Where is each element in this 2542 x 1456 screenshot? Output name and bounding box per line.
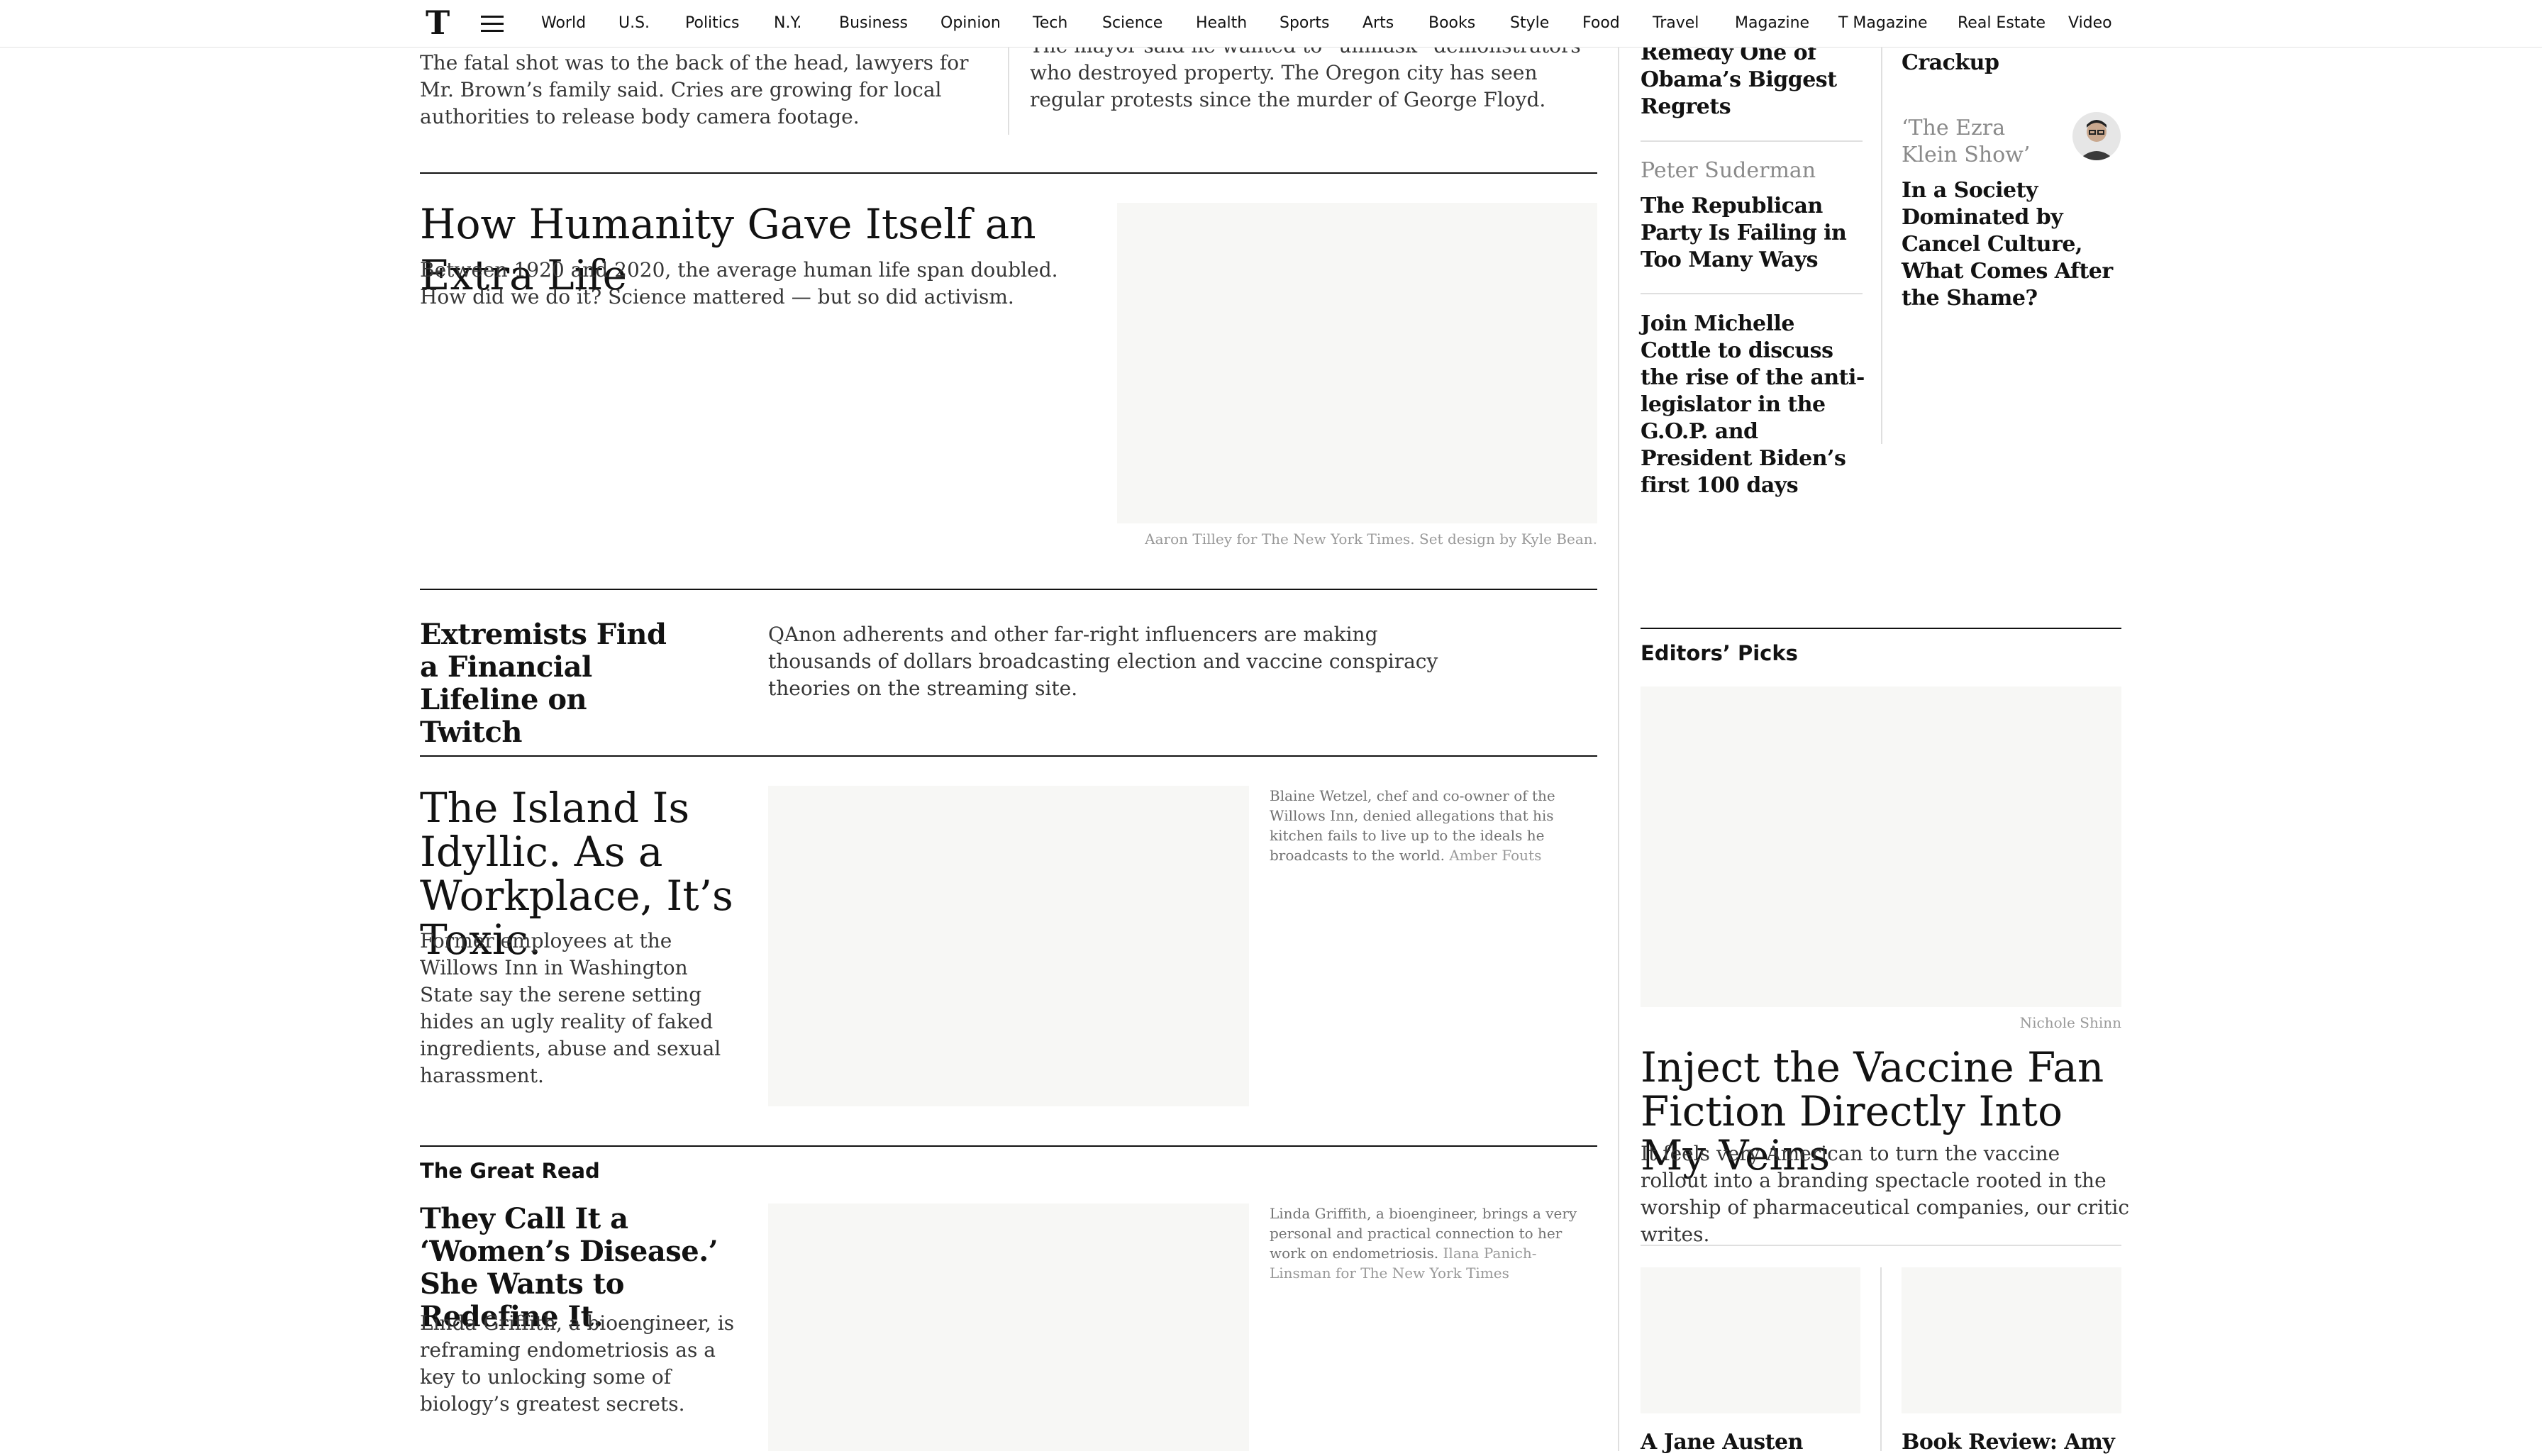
opinion-divider	[1641, 293, 1863, 294]
nav-item-ny[interactable]: N.Y.	[774, 0, 801, 47]
nav-item-magazine[interactable]: Magazine	[1735, 0, 1809, 47]
opinion-headline[interactable]: Remedy One of Obama’s Biggest Regrets	[1641, 40, 1867, 121]
section-rule	[420, 1145, 1597, 1147]
story-summary[interactable]: Former employees at the Willows Inn in W…	[420, 928, 746, 1089]
story-summary[interactable]: QAnon adherents and other far-right infl…	[768, 621, 1449, 702]
nav-item-us[interactable]: U.S.	[618, 0, 650, 47]
nav-item-video[interactable]: Video	[2068, 0, 2112, 47]
story-image[interactable]	[1641, 1267, 1860, 1413]
author-avatar[interactable]	[2072, 112, 2121, 160]
nav-item-opinion[interactable]: Opinion	[940, 0, 1001, 47]
story-image[interactable]	[768, 1204, 1249, 1451]
nav-item-politics[interactable]: Politics	[685, 0, 739, 47]
image-credit: Aaron Tilley for The New York Times. Set…	[1145, 530, 1597, 548]
image-credit: Nichole Shinn	[2019, 1014, 2121, 1031]
opinion-author[interactable]: ‘The Ezra Klein Show’	[1902, 115, 2065, 169]
story-divider	[1880, 1267, 1882, 1451]
column-divider	[1618, 47, 1619, 1451]
nyt-logo-icon[interactable]: T	[426, 6, 450, 39]
nav-item-world[interactable]: World	[541, 0, 586, 47]
image-caption: Linda Griffith, a bioengineer, brings a …	[1270, 1205, 1577, 1282]
story-divider	[1641, 1245, 2121, 1246]
nav-item-science[interactable]: Science	[1102, 0, 1162, 47]
opinion-column-divider	[1881, 47, 1882, 444]
story-image[interactable]	[1902, 1267, 2121, 1413]
opinion-divider	[1641, 140, 1863, 142]
story-image[interactable]	[768, 786, 1249, 1106]
story-divider	[1008, 47, 1009, 135]
nav-item-books[interactable]: Books	[1428, 0, 1475, 47]
section-label[interactable]: Editors’ Picks	[1641, 641, 1798, 665]
top-navigation: T World U.S. Politics N.Y. Business Opin…	[0, 0, 2542, 48]
nav-item-arts[interactable]: Arts	[1362, 0, 1394, 47]
nav-item-t-magazine[interactable]: T Magazine	[1838, 0, 1927, 47]
opinion-headline[interactable]: Join Michelle Cottle to discuss the rise…	[1641, 311, 1867, 499]
story-headline[interactable]: Book Review: Amy	[1902, 1429, 2128, 1456]
section-rule	[1641, 628, 2121, 629]
nav-item-business[interactable]: Business	[839, 0, 908, 47]
story-image[interactable]	[1117, 203, 1597, 523]
nav-item-real-estate[interactable]: Real Estate	[1958, 0, 2046, 47]
nav-item-food[interactable]: Food	[1582, 0, 1620, 47]
opinion-headline[interactable]: The Republican Party Is Failing in Too M…	[1641, 193, 1867, 274]
story-summary[interactable]: The fatal shot was to the back of the he…	[420, 50, 987, 130]
nav-item-sports[interactable]: Sports	[1280, 0, 1330, 47]
opinion-headline[interactable]: In a Society Dominated by Cancel Culture…	[1902, 177, 2128, 312]
image-caption: Blaine Wetzel, chef and co-owner of the …	[1270, 787, 1555, 864]
opinion-author[interactable]: Peter Suderman	[1641, 157, 1867, 184]
story-summary[interactable]: It feels very American to turn the vacci…	[1641, 1140, 2130, 1248]
nav-item-health[interactable]: Health	[1196, 0, 1247, 47]
section-label[interactable]: The Great Read	[420, 1159, 600, 1183]
section-rule	[420, 172, 1597, 174]
story-summary[interactable]: Linda Griffith, a bioengineer, is refram…	[420, 1310, 753, 1418]
story-image[interactable]	[1641, 687, 2121, 1007]
section-rule	[420, 755, 1597, 757]
nav-item-travel[interactable]: Travel	[1653, 0, 1699, 47]
person-icon	[2078, 120, 2115, 160]
story-headline[interactable]: Extremists Find a Financial Lifeline on …	[420, 618, 675, 749]
section-rule	[420, 589, 1597, 590]
hamburger-menu-icon[interactable]	[481, 16, 504, 33]
nav-item-tech[interactable]: Tech	[1033, 0, 1067, 47]
nav-item-style[interactable]: Style	[1510, 0, 1549, 47]
opinion-headline[interactable]: Crackup	[1902, 50, 2128, 77]
story-summary[interactable]: Between 1920 and 2020, the average human…	[420, 257, 1094, 311]
story-headline[interactable]: A Jane Austen	[1641, 1429, 1867, 1456]
